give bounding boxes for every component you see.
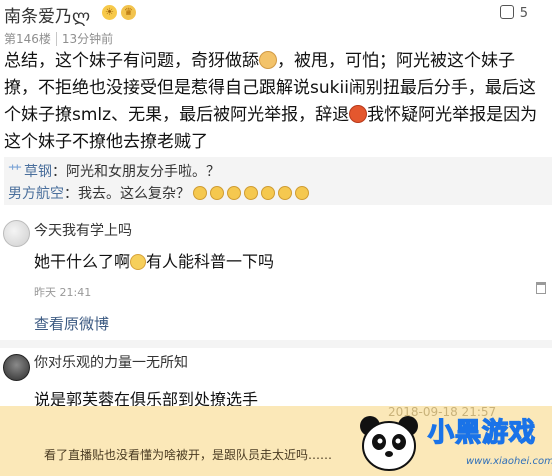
- share-icon[interactable]: [536, 282, 546, 294]
- reply-username[interactable]: 今天我有学上吗: [34, 220, 132, 240]
- username[interactable]: 南条爱乃ლ: [4, 2, 90, 27]
- quote-line: 男方航空：我去。这么复杂？: [8, 183, 309, 203]
- quote-text: ：阿光和女朋友分手啦。？: [52, 164, 220, 180]
- avatar[interactable]: [3, 354, 30, 381]
- like-button[interactable]: 5: [499, 5, 528, 21]
- floor-number: 第146楼: [4, 32, 51, 46]
- apple-emoji-icon: [349, 105, 368, 123]
- post-header: 南条爱乃ლ ☀ ♛ 5: [0, 0, 552, 28]
- like-count: 5: [519, 6, 528, 21]
- brand-logo: 小黑游戏 www.xiaohei.com: [427, 417, 552, 467]
- reply-username[interactable]: 你对乐观的力量一无所知: [34, 352, 188, 372]
- emoji-icon: [227, 186, 241, 200]
- view-original-weibo-link[interactable]: 查看原微博: [34, 313, 109, 334]
- thumbs-up-icon: [499, 5, 514, 19]
- quote-line: 艹草钢：阿光和女朋友分手啦。？: [8, 161, 220, 181]
- post-body-text-1: 总结，这个妹子有问题，奇犽做舔: [4, 51, 259, 71]
- emoji-icon: [244, 186, 258, 200]
- panda-mascot-icon: [360, 416, 418, 471]
- emoji-icon: [295, 186, 309, 200]
- sun-medal-icon: ☀: [102, 5, 117, 20]
- quote-author[interactable]: 男方航空: [8, 186, 64, 202]
- quoted-comments: 艹草钢：阿光和女朋友分手啦。？ 男方航空：我去。这么复杂？: [4, 157, 552, 205]
- reply-text: 她干什么了啊 有人能科普一下吗: [34, 252, 275, 271]
- emoji-icon: [261, 186, 275, 200]
- crown-icon: ♛: [121, 5, 136, 20]
- post-meta: 第146楼 13分钟前: [4, 30, 114, 47]
- quote-text: ：我去。这么复杂？: [64, 186, 190, 202]
- emoji-row: [190, 186, 309, 202]
- footer-banner: 2018-09-18 21:57 看了直播贴也没看懂为啥被开，是跟队员走太近吗……: [0, 406, 552, 476]
- smile-emoji-icon: [130, 254, 147, 270]
- post-body: 总结，这个妹子有问题，奇犽做舔 ，被甩，可怕；阿光被这个妹子撩，不拒绝也没接受但是…: [4, 48, 548, 156]
- emoji-icon: [278, 186, 292, 200]
- quote-author[interactable]: 艹草钢: [8, 164, 52, 180]
- footer-caption: 看了直播贴也没看懂为啥被开，是跟队员走太近吗……: [44, 448, 333, 462]
- post-time: 13分钟前: [55, 32, 114, 46]
- avatar[interactable]: [3, 220, 30, 247]
- dog-emoji-icon: [259, 51, 277, 69]
- reply-time: 昨天 21:41: [34, 286, 92, 299]
- reply-card: 今天我有学上吗 她干什么了啊 有人能科普一下吗 昨天 21:41 查看原微博: [0, 212, 552, 348]
- emoji-icon: [193, 186, 207, 200]
- emoji-icon: [210, 186, 224, 200]
